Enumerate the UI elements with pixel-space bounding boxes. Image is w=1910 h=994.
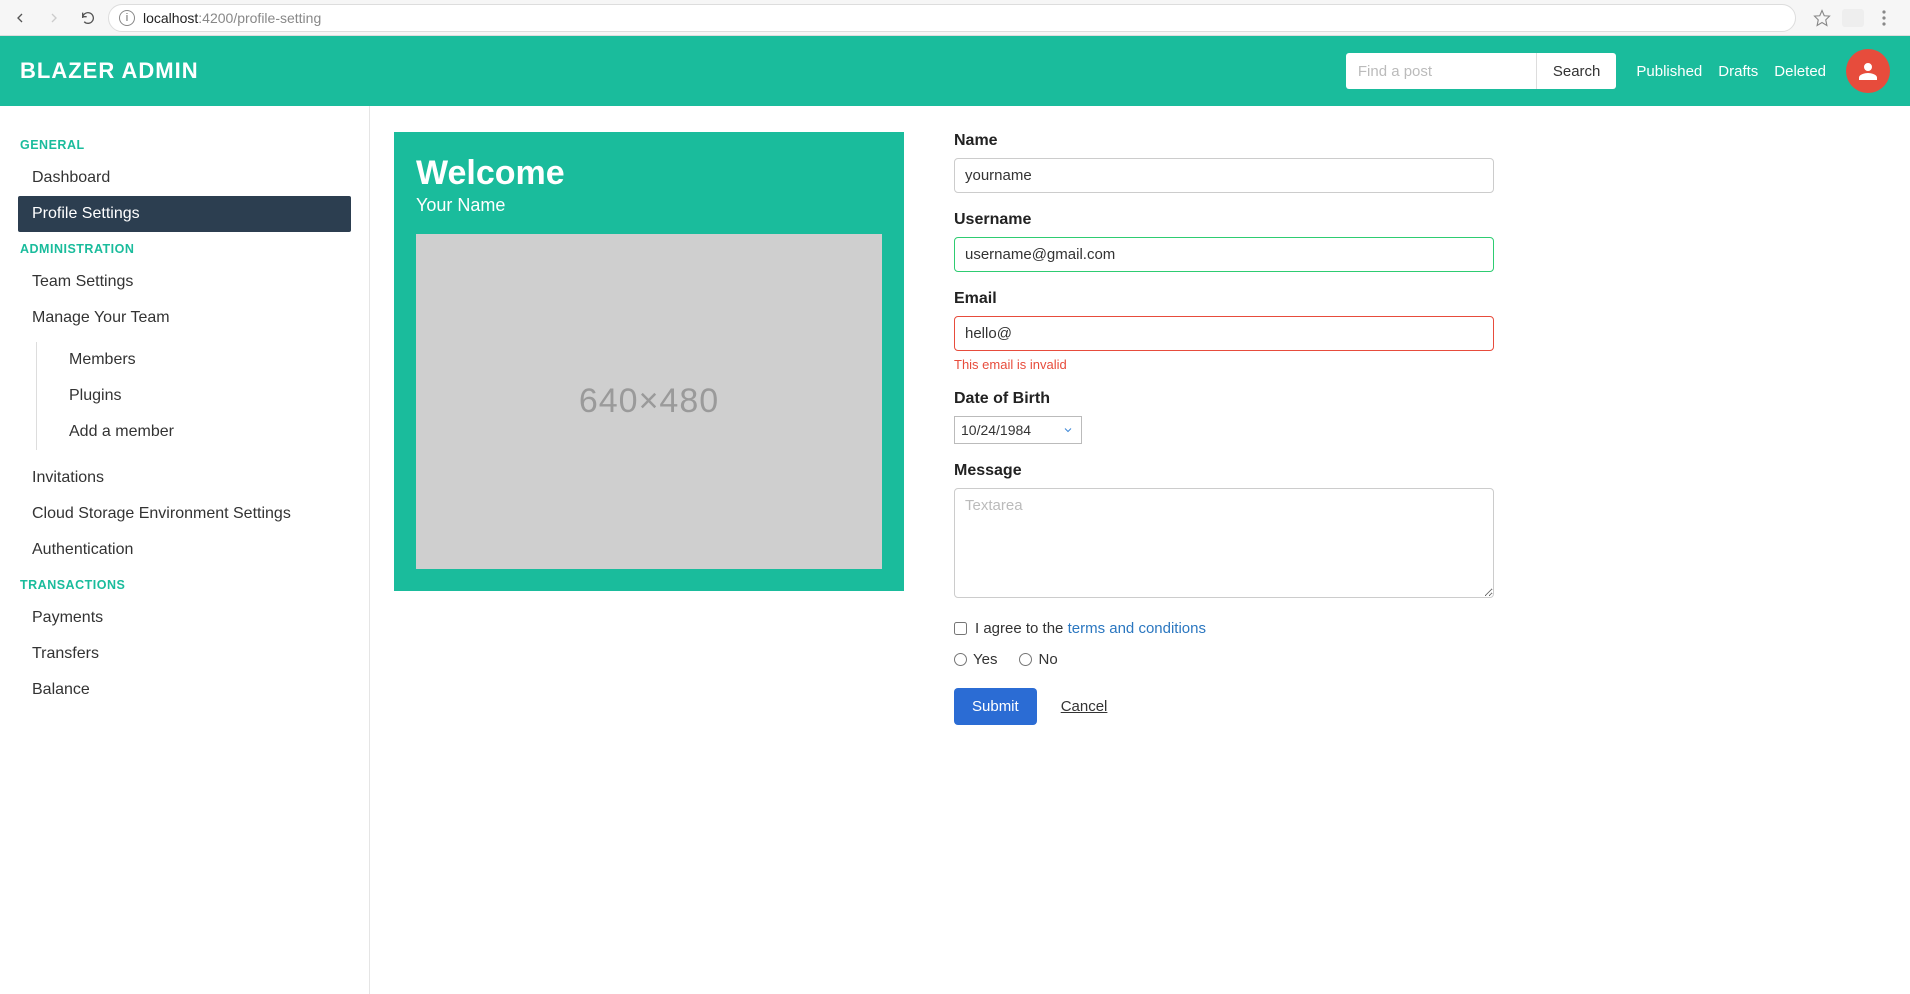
terms-link[interactable]: terms and conditions <box>1068 620 1206 637</box>
address-bar[interactable]: i localhost:4200/profile-setting <box>108 4 1796 32</box>
sidebar-item-transfers[interactable]: Transfers <box>18 636 351 672</box>
sidebar-item-balance[interactable]: Balance <box>18 672 351 708</box>
sidebar-item-cloud-storage[interactable]: Cloud Storage Environment Settings <box>18 496 351 532</box>
agree-text: I agree to the <box>975 620 1068 637</box>
dob-value: 10/24/1984 <box>961 422 1031 438</box>
browser-toolbar: i localhost:4200/profile-setting <box>0 0 1910 36</box>
sidebar-item-team-settings[interactable]: Team Settings <box>18 264 351 300</box>
welcome-title: Welcome <box>416 154 882 193</box>
app-header: BLAZER ADMIN Search Published Drafts Del… <box>0 36 1910 106</box>
reload-button[interactable] <box>74 4 102 32</box>
chevron-down-icon <box>1059 421 1077 439</box>
welcome-card: Welcome Your Name 640×480 <box>394 132 904 591</box>
welcome-subtitle: Your Name <box>416 195 882 216</box>
header-link-deleted[interactable]: Deleted <box>1774 63 1826 80</box>
sidebar-section-general: GENERAL <box>20 138 351 152</box>
main-content: Welcome Your Name 640×480 Name Username … <box>370 106 1910 994</box>
dob-input[interactable]: 10/24/1984 <box>954 416 1082 444</box>
message-textarea[interactable] <box>954 488 1494 598</box>
email-error: This email is invalid <box>954 357 1494 372</box>
sidebar-item-authentication[interactable]: Authentication <box>18 532 351 568</box>
profile-image-placeholder: 640×480 <box>416 234 882 569</box>
user-icon <box>1856 59 1880 83</box>
extension-icon[interactable] <box>1842 9 1864 27</box>
radio-no[interactable]: No <box>1019 651 1057 668</box>
name-label: Name <box>954 132 1494 150</box>
username-label: Username <box>954 211 1494 229</box>
header-links: Published Drafts Deleted <box>1636 63 1826 80</box>
header-link-published[interactable]: Published <box>1636 63 1702 80</box>
dob-label: Date of Birth <box>954 390 1494 408</box>
sidebar-item-invitations[interactable]: Invitations <box>18 460 351 496</box>
sidebar-item-manage-team[interactable]: Manage Your Team <box>18 300 351 336</box>
forward-button[interactable] <box>40 4 68 32</box>
email-input[interactable] <box>954 316 1494 351</box>
url-text: localhost:4200/profile-setting <box>143 10 321 26</box>
sidebar-item-payments[interactable]: Payments <box>18 600 351 636</box>
radio-no-input[interactable] <box>1019 653 1032 666</box>
profile-form: Name Username Email This email is invali… <box>954 132 1494 968</box>
sidebar: GENERAL Dashboard Profile Settings ADMIN… <box>0 106 370 994</box>
sidebar-item-profile-settings[interactable]: Profile Settings <box>18 196 351 232</box>
back-button[interactable] <box>6 4 34 32</box>
agree-checkbox[interactable] <box>954 622 967 635</box>
message-label: Message <box>954 462 1494 480</box>
sidebar-item-plugins[interactable]: Plugins <box>55 378 351 414</box>
header-link-drafts[interactable]: Drafts <box>1718 63 1758 80</box>
brand-title: BLAZER ADMIN <box>20 58 199 84</box>
submit-button[interactable]: Submit <box>954 688 1037 725</box>
placeholder-text: 640×480 <box>579 382 719 421</box>
site-info-icon[interactable]: i <box>119 10 135 26</box>
sidebar-section-administration: ADMINISTRATION <box>20 242 351 256</box>
sidebar-item-add-member[interactable]: Add a member <box>55 414 351 450</box>
sidebar-item-dashboard[interactable]: Dashboard <box>18 160 351 196</box>
cancel-link[interactable]: Cancel <box>1061 698 1108 715</box>
sidebar-section-transactions: TRANSACTIONS <box>20 578 351 592</box>
search-input[interactable] <box>1346 53 1536 89</box>
username-input[interactable] <box>954 237 1494 272</box>
header-search: Search <box>1346 53 1617 89</box>
user-avatar[interactable] <box>1846 49 1890 93</box>
bookmark-star-icon[interactable] <box>1812 8 1832 28</box>
radio-yes[interactable]: Yes <box>954 651 997 668</box>
sidebar-item-members[interactable]: Members <box>55 342 351 378</box>
radio-yes-input[interactable] <box>954 653 967 666</box>
search-button[interactable]: Search <box>1536 53 1617 89</box>
name-input[interactable] <box>954 158 1494 193</box>
email-label: Email <box>954 290 1494 308</box>
browser-menu-icon[interactable] <box>1874 8 1894 28</box>
